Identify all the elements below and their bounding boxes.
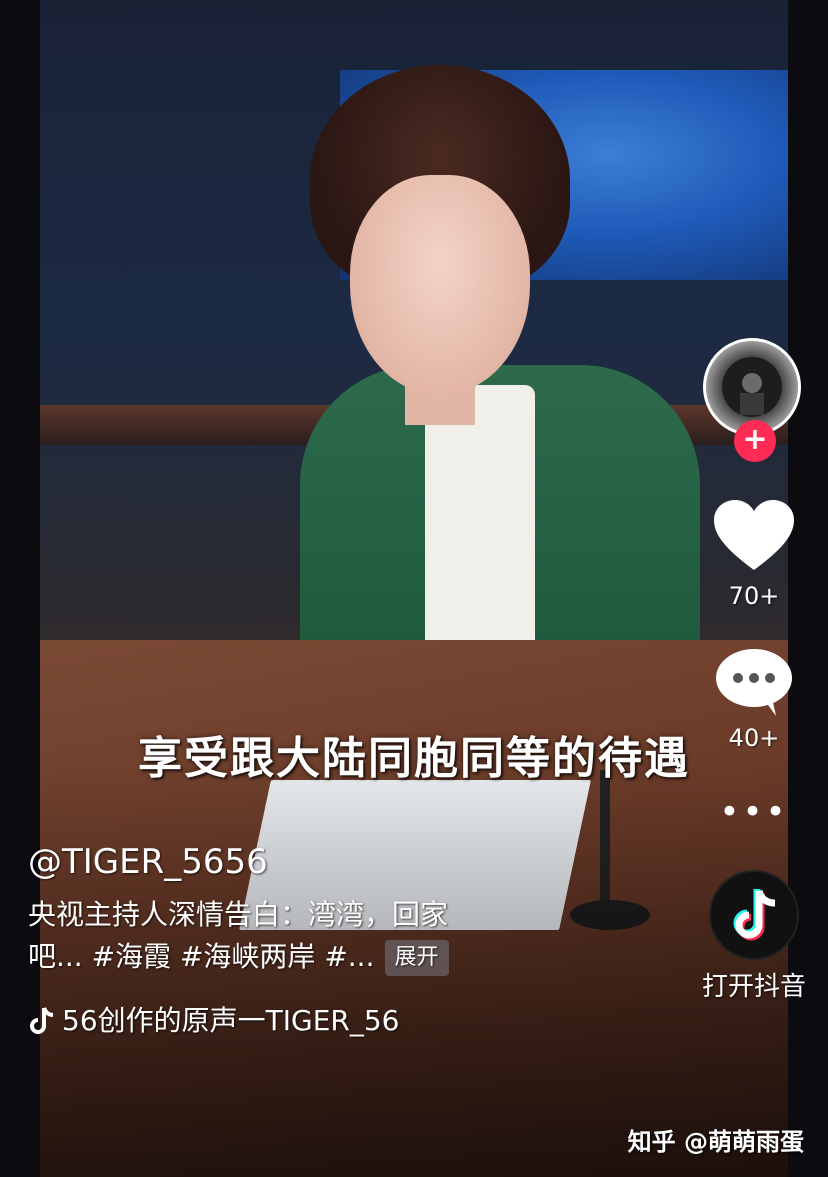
anchor-face [350, 175, 530, 395]
open-app-label[interactable]: 打开抖音 [702, 966, 806, 1003]
zhihu-watermark: 知乎 @萌萌雨蛋 [627, 1128, 804, 1156]
comment-icon [716, 649, 792, 716]
heart-icon [714, 500, 794, 570]
music-ticker[interactable]: 56创作的原声一TIGER_56 [30, 1000, 470, 1042]
post-info: @TIGER_5656 央视主持人深情告白：湾湾，回家 吧... #海霞 #海峡… [28, 840, 588, 978]
music-title: 56创作的原声一TIGER_56 [62, 1004, 400, 1037]
comment-button[interactable] [714, 648, 794, 718]
open-app-logo[interactable] [709, 870, 799, 960]
app-frame: 享受跟大陆同胞同等的待遇 + 70+ 40+ ••• 打开抖音 @TIGER_5… [0, 0, 828, 1177]
author-avatar-group[interactable]: + [702, 338, 806, 462]
music-note-icon [30, 1000, 62, 1042]
like-button[interactable] [714, 496, 794, 576]
description-line-2: 吧... #海霞 #海峡两岸 #... 展开 [28, 936, 588, 978]
follow-button[interactable]: + [734, 420, 776, 462]
expand-button[interactable]: 展开 [384, 940, 449, 976]
more-button[interactable]: ••• [719, 792, 788, 832]
description-text: 吧... #海霞 #海峡两岸 #... [28, 940, 375, 973]
author-username[interactable]: @TIGER_5656 [28, 840, 588, 884]
tiktok-logo-icon [733, 889, 776, 941]
description-line-1: 央视主持人深情告白：湾湾，回家 [28, 898, 449, 931]
post-description: 央视主持人深情告白：湾湾，回家 吧... #海霞 #海峡两岸 #... 展开 [28, 894, 588, 978]
likes-count: 70+ [728, 582, 780, 610]
comments-count: 40+ [728, 724, 780, 752]
action-sidebar: + 70+ 40+ ••• 打开抖音 [702, 338, 806, 1003]
